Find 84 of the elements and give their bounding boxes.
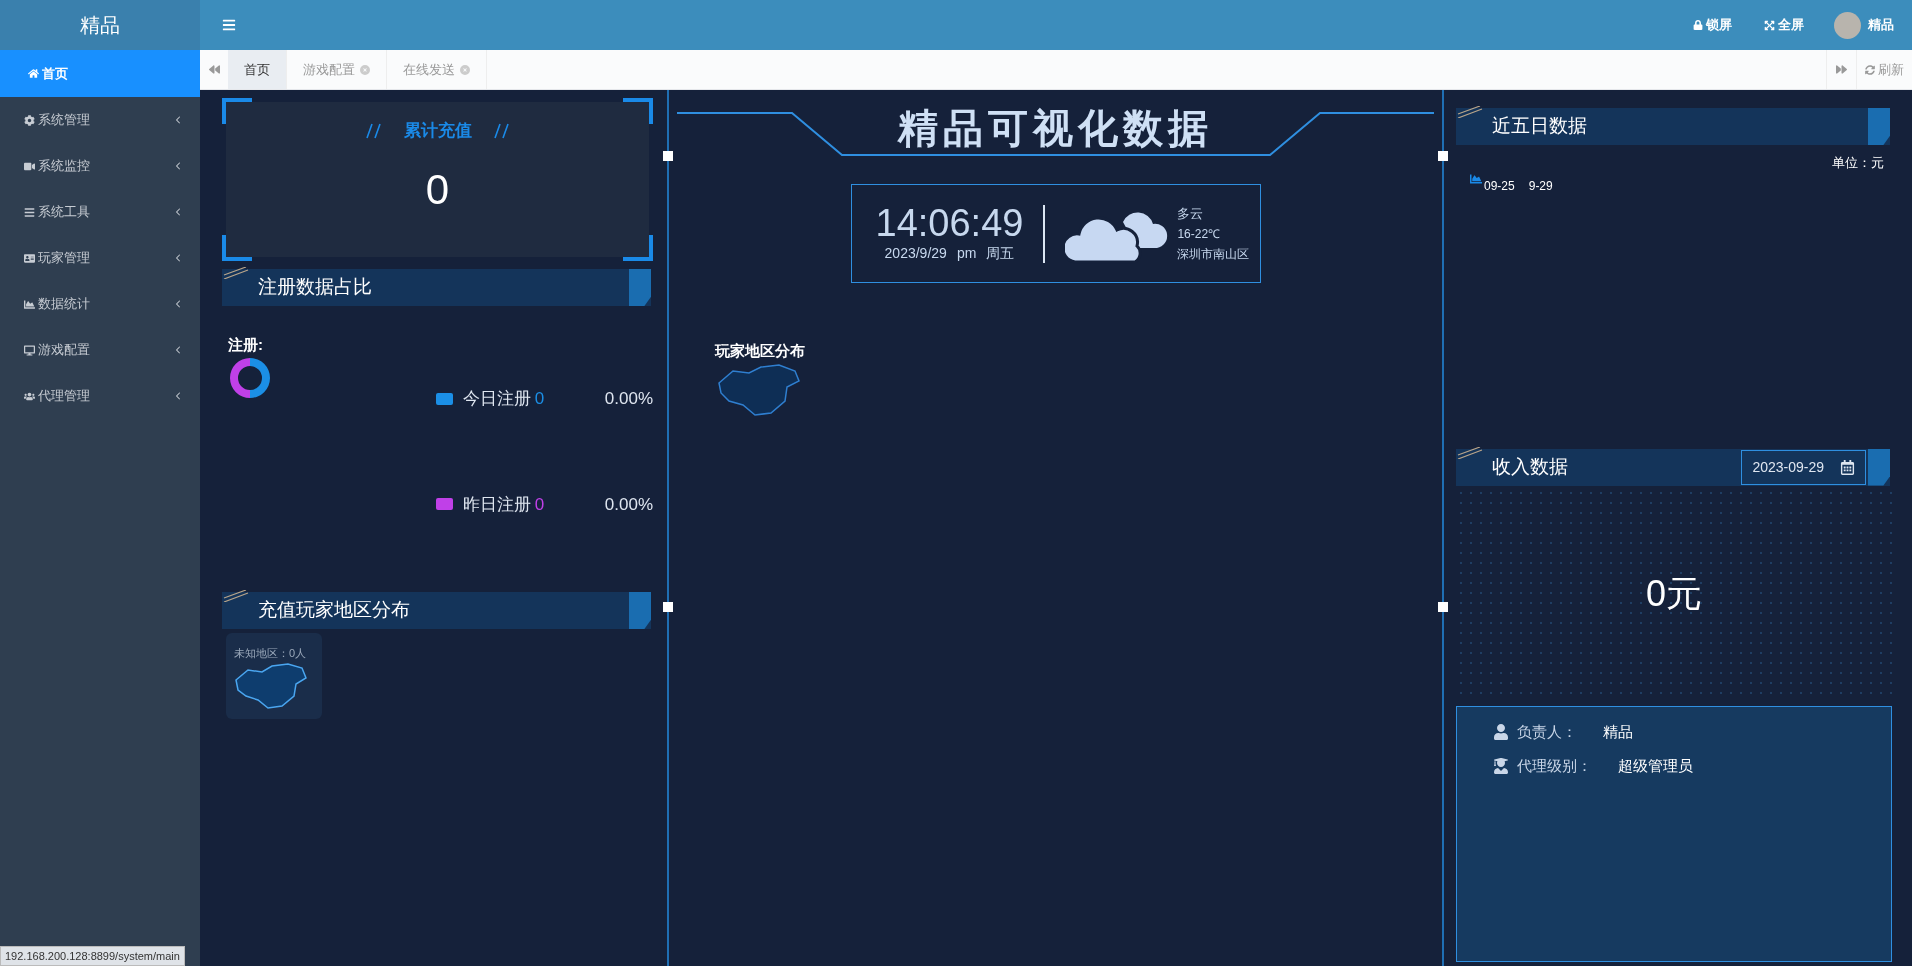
chevron-icon — [175, 116, 182, 124]
menu-icon — [24, 206, 35, 218]
unit-label: 单位：元 — [1832, 154, 1884, 172]
legend-percent: 0.00% — [604, 388, 653, 410]
section-title: 近五日数据 — [1492, 114, 1587, 139]
gear-icon — [24, 114, 35, 126]
axis-label: 9-29 — [1528, 177, 1553, 195]
section-title: 充值玩家地区分布 — [258, 598, 410, 623]
sidebar-item[interactable]: 代理管理 — [0, 373, 200, 419]
location-text: 深圳市南山区 — [1177, 246, 1250, 264]
weather-text: 多云 — [1177, 204, 1205, 223]
weekday-text: 周五 — [986, 244, 1015, 263]
donut-chart-drawing — [228, 356, 272, 400]
dashboard-title: 精品可视化数据 — [898, 105, 1213, 152]
chevron-icon — [175, 392, 182, 400]
forward-icon — [1836, 64, 1847, 75]
chevron-icon — [175, 346, 182, 354]
corner-bracket — [222, 98, 252, 124]
info-value: 超级管理员 — [1618, 756, 1693, 776]
status-url: 192.168.200.128:8899/system/main — [0, 945, 185, 966]
sidebar-item[interactable]: 数据统计 — [0, 281, 200, 327]
chart-label: 注册: — [228, 335, 263, 355]
page-tab[interactable]: 首页 — [228, 50, 287, 89]
user-name[interactable]: 精品 — [1868, 15, 1894, 35]
corner-bracket — [623, 235, 653, 261]
person-icon — [1493, 723, 1509, 740]
area-chart-icon — [24, 298, 35, 310]
avatar[interactable] — [1834, 11, 1861, 39]
video-camera-icon — [24, 160, 35, 172]
menu-icon[interactable] — [222, 18, 236, 32]
legend-percent: 0.00% — [604, 493, 653, 516]
refresh-icon — [1865, 64, 1875, 75]
calendar-icon — [1840, 459, 1855, 475]
lock-screen-button[interactable]: 锁屏 — [1693, 15, 1732, 35]
info-label: 负责人： — [1517, 721, 1577, 742]
brand-title: 精品 — [80, 13, 120, 38]
lock-icon — [1693, 20, 1703, 30]
legend-label: 今日注册 — [462, 388, 531, 410]
axis-label: 09-25 — [1484, 177, 1515, 195]
stripes-icon — [1456, 446, 1484, 459]
chevron-icon — [175, 162, 182, 170]
sidebar-item[interactable]: 系统监控 — [0, 143, 200, 189]
clock-time: 14:06:49 — [875, 203, 1024, 243]
slash-icon — [365, 122, 382, 139]
close-icon[interactable] — [460, 64, 470, 75]
rewind-icon — [208, 64, 220, 75]
chevron-icon — [175, 300, 182, 308]
sidebar-item[interactable]: 玩家管理 — [0, 235, 200, 281]
id-card-icon — [24, 252, 35, 264]
stripes-icon — [1456, 106, 1484, 118]
map-title: 玩家地区分布 — [715, 341, 805, 361]
map-label: 未知地区：0人 — [234, 646, 308, 661]
chevron-icon — [175, 254, 182, 262]
sidebar-item[interactable]: 系统工具 — [0, 189, 200, 235]
temperature-text: 16-22℃ — [1177, 226, 1222, 244]
fullscreen-button[interactable]: 全屏 — [1764, 15, 1804, 35]
sidebar-item[interactable]: 系统管理 — [0, 97, 200, 143]
legend-value: 0 — [534, 388, 546, 410]
am-pm-text: pm — [956, 244, 977, 263]
date-text: 2023/9/29 — [884, 244, 947, 263]
monitor-icon — [24, 344, 35, 356]
sidebar-item[interactable]: 游戏配置 — [0, 327, 200, 373]
section-title: 注册数据占比 — [258, 275, 372, 300]
total-recharge-value: 0 — [425, 164, 450, 215]
users-icon — [24, 390, 35, 402]
slash-icon — [493, 122, 510, 139]
legend-label: 昨日注册 — [462, 493, 531, 516]
close-icon[interactable] — [360, 64, 370, 75]
card-title: 累计充值 — [403, 120, 472, 142]
section-title: 收入数据 — [1492, 454, 1568, 479]
expand-icon — [1764, 19, 1775, 31]
graduate-icon — [1493, 758, 1509, 775]
home-icon — [28, 68, 39, 79]
corner-bracket — [623, 98, 653, 124]
income-value: 0元 — [1646, 571, 1702, 616]
info-value: 精品 — [1603, 721, 1633, 742]
chevron-icon — [175, 208, 182, 216]
corner-bracket — [222, 235, 252, 261]
legend-icon — [1470, 172, 1482, 185]
date-field[interactable]: 2023-09-29 — [1741, 449, 1866, 485]
info-label: 代理级别： — [1517, 756, 1592, 776]
stripes-icon — [222, 267, 250, 279]
legend-value: 0 — [534, 493, 546, 516]
stripes-icon — [222, 590, 250, 602]
